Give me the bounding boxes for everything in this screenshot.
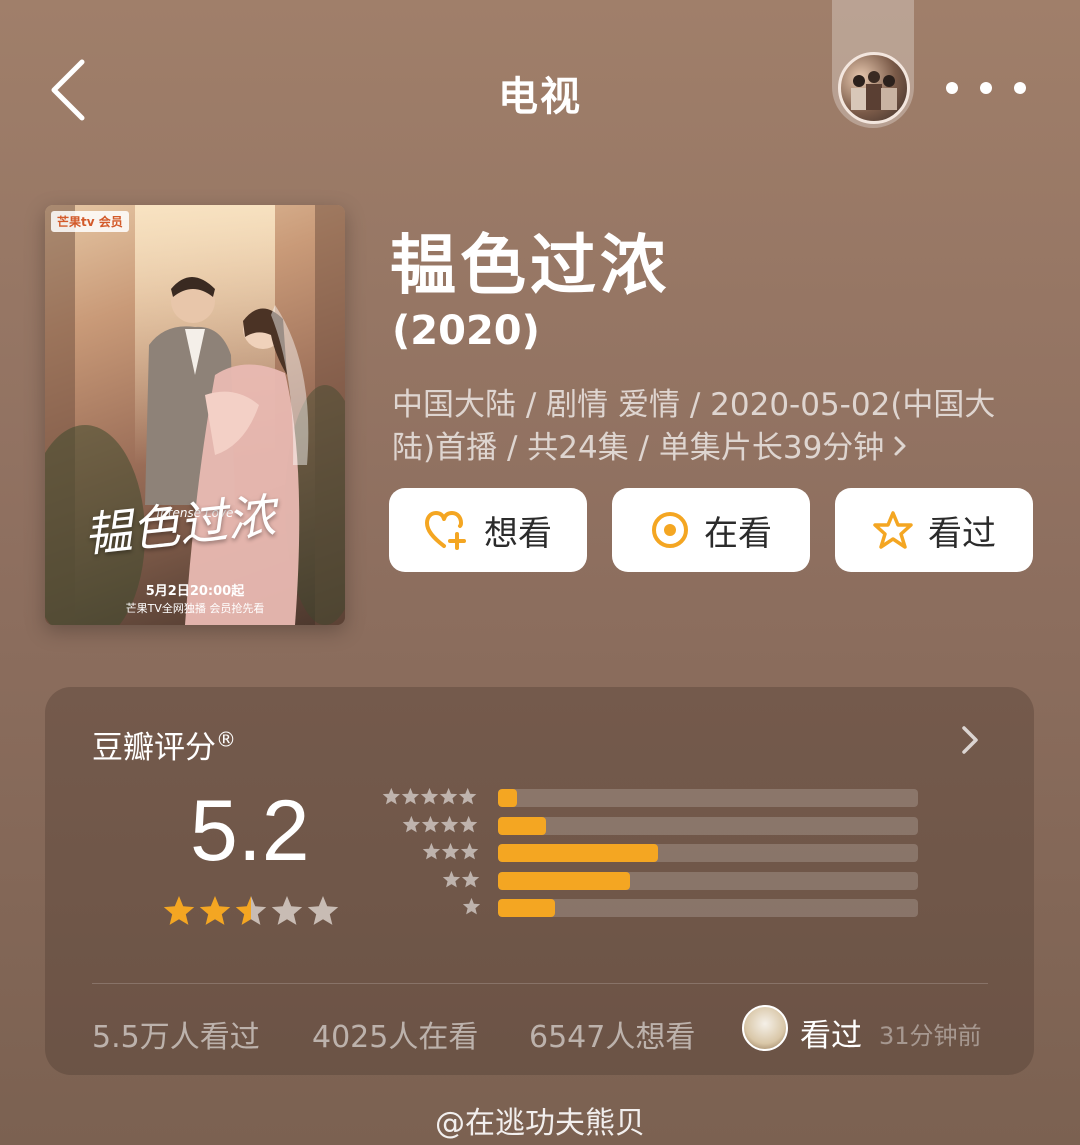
rating-detail-button[interactable] xyxy=(958,722,990,758)
distribution-row xyxy=(376,841,936,862)
show-meta[interactable]: 中国大陆 / 剧情 爱情 / 2020-05-02(中国大 陆)首播 / 共24… xyxy=(392,384,1042,470)
group-photo-icon xyxy=(851,71,897,110)
show-meta-text: 陆)首播 / 共24集 / 单集片长39分钟 xyxy=(392,430,885,466)
distribution-row xyxy=(376,896,936,917)
rating-star xyxy=(163,896,195,925)
friend-status: 看过 xyxy=(800,1018,862,1054)
distribution-stars-icon xyxy=(422,842,479,860)
distribution-stars-icon xyxy=(462,897,481,915)
distribution-row xyxy=(376,814,936,835)
top-bar: 电视 xyxy=(0,0,1080,180)
stat-watched[interactable]: 5.5万人看过 xyxy=(92,1012,260,1056)
distribution-bar xyxy=(498,899,555,917)
distribution-track xyxy=(498,871,918,890)
star-icon xyxy=(873,511,913,549)
stat-watching[interactable]: 4025人在看 xyxy=(312,1012,478,1056)
distribution-stars-icon xyxy=(382,787,477,805)
avatar[interactable] xyxy=(838,52,910,124)
friend-avatar[interactable] xyxy=(742,1005,788,1051)
distribution-track xyxy=(498,789,918,807)
watermark: @在逃功夫熊贝 xyxy=(435,1106,645,1141)
more-dot-icon xyxy=(946,82,958,94)
distribution-bar xyxy=(498,844,658,862)
watching-button[interactable]: 在看 xyxy=(612,488,810,572)
registered-mark: ® xyxy=(216,727,236,752)
stat-want[interactable]: 6547人想看 xyxy=(529,1012,695,1056)
poster-platform: 芒果TV全网独播 会员抢先看 xyxy=(125,602,265,615)
distribution-bar xyxy=(498,789,517,807)
chevron-right-icon xyxy=(962,726,978,754)
heart-plus-icon xyxy=(425,511,466,550)
show-year: (2020) xyxy=(392,308,540,354)
page-title: 电视 xyxy=(498,74,582,120)
distribution-bar xyxy=(498,816,547,835)
more-dot-icon xyxy=(980,82,992,94)
distribution-track xyxy=(498,844,918,862)
rating-star xyxy=(235,896,267,925)
watched-label: 看过 xyxy=(928,513,996,554)
distribution-row xyxy=(376,869,936,890)
watched-button[interactable]: 看过 xyxy=(835,488,1033,572)
rating-star xyxy=(199,896,231,925)
distribution-track xyxy=(498,816,918,835)
rating-star xyxy=(271,896,303,925)
show-meta-line: 中国大陆 / 剧情 爱情 / 2020-05-02(中国大 xyxy=(392,387,996,423)
friend-time: 31分钟前 xyxy=(879,1022,982,1050)
rating-label-text: 豆瓣评分 xyxy=(92,730,216,766)
watching-label: 在看 xyxy=(704,513,772,554)
target-icon xyxy=(652,512,688,548)
distribution-row xyxy=(376,786,936,807)
show-meta-line-2: 陆)首播 / 共24集 / 单集片长39分钟 xyxy=(392,427,1042,470)
more-dot-icon xyxy=(1014,82,1026,94)
want-label: 想看 xyxy=(484,513,552,554)
want-button[interactable]: 想看 xyxy=(389,488,587,572)
rating-stars xyxy=(163,896,339,925)
distribution-track xyxy=(498,899,918,917)
rating-distribution xyxy=(376,786,936,926)
chevron-right-icon xyxy=(892,430,908,466)
show-title: 韫色过浓 xyxy=(390,227,670,304)
rating-score: 5.2 xyxy=(190,783,310,879)
distribution-bar xyxy=(498,871,631,890)
rating-star xyxy=(307,896,339,925)
rating-label: 豆瓣评分® xyxy=(92,722,236,767)
poster-date: 5月2日20:00起 xyxy=(145,584,245,599)
more-button[interactable] xyxy=(946,70,1026,106)
divider xyxy=(92,983,988,984)
distribution-stars-icon xyxy=(402,815,478,832)
poster-badge: 芒果tv 会员 xyxy=(51,211,129,232)
distribution-stars-icon xyxy=(442,870,480,887)
